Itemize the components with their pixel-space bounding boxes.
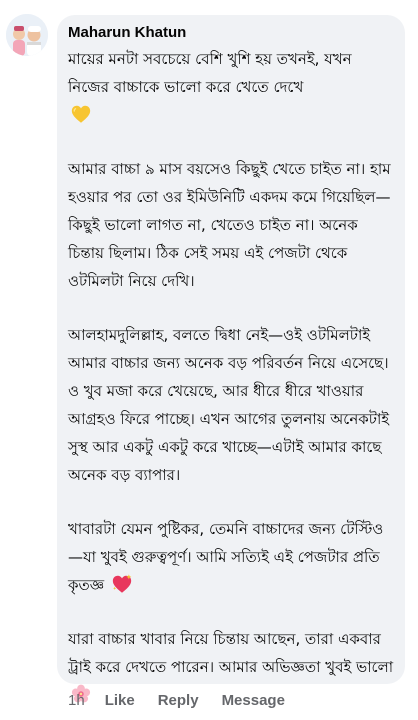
avatar[interactable] (6, 14, 48, 56)
message-button[interactable]: Message (222, 692, 285, 709)
comment-paragraph: খাবারটা যেমন পুষ্টিকর, তেমনি বাচ্চাদের জ… (68, 515, 395, 599)
comment-actions: 1h Like Reply Message (68, 689, 308, 711)
comment-text: মায়ের মনটা সবচেয়ে বেশি খুশি হয় তখনই, … (68, 50, 352, 96)
comment-container: Maharun Khatun মায়ের মনটা সবচেয়ে বেশি … (0, 0, 418, 720)
comment-text: যারা বাচ্চার খাবার নিয়ে চিন্তায় আছেন, … (68, 630, 394, 676)
comment-paragraph: আলহামদুলিল্লাহ, বলতে দ্বিধা নেই—ওই ওটমিল… (68, 321, 395, 489)
comment-text: আলহামদুলিল্লাহ, বলতে দ্বিধা নেই—ওই ওটমিল… (68, 326, 390, 484)
comment-timestamp[interactable]: 1h (68, 692, 85, 709)
comment-bubble: Maharun Khatun মায়ের মনটা সবচেয়ে বেশি … (57, 15, 405, 703)
comment-text: আমার বাচ্চা ৯ মাস বয়সেও কিছুই খেতে চাইত… (68, 160, 391, 290)
reply-button[interactable]: Reply (158, 692, 199, 709)
like-button[interactable]: Like (105, 692, 135, 709)
avatar-photo (6, 14, 48, 56)
sparkling-heart-icon (111, 573, 133, 595)
yellow-heart-icon (70, 103, 92, 125)
comment-author[interactable]: Maharun Khatun (68, 23, 395, 43)
comment-paragraph: আমার বাচ্চা ৯ মাস বয়সেও কিছুই খেতে চাইত… (68, 155, 395, 295)
comment-paragraph: মায়ের মনটা সবচেয়ে বেশি খুশি হয় তখনই, … (68, 45, 395, 129)
